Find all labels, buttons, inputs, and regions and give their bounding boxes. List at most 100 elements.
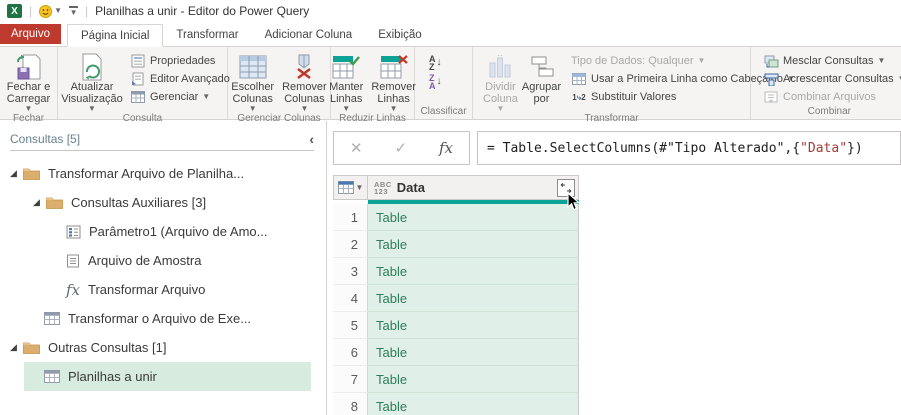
send-feedback-smiley-button[interactable]: ▼ xyxy=(39,4,63,18)
combine-files-label: Combinar Arquivos xyxy=(783,91,876,103)
queries-pane-header: Consultas [5] ‹ xyxy=(10,132,314,151)
formula-suffix: }) xyxy=(847,140,863,156)
tab-add-column[interactable]: Adicionar Coluna xyxy=(252,24,366,46)
ribbon-group-query: Atualizar Visualização ▼ Propriedades Ed… xyxy=(58,47,230,124)
split-column-button[interactable]: Dividir Coluna ▼ xyxy=(481,50,520,113)
remove-rows-icon xyxy=(380,52,408,82)
close-and-load-button[interactable]: Fechar e Carregar ▼ xyxy=(2,50,55,113)
tab-home[interactable]: Página Inicial xyxy=(67,24,164,47)
query-tree: ◢ Transformar Arquivo de Planilha... ◢ C… xyxy=(0,159,326,391)
group-by-icon xyxy=(527,52,555,82)
quick-access-toolbar-button[interactable]: ▼ xyxy=(69,5,79,17)
tree-group-transform-file[interactable]: ◢ Transformar Arquivo de Planilha... xyxy=(0,159,326,188)
manage-icon xyxy=(130,91,146,103)
parameter-icon xyxy=(66,225,81,239)
replace-values-icon: 1 ⤷ 2 xyxy=(572,92,586,102)
row-number: 3 xyxy=(333,258,368,285)
refresh-preview-button[interactable]: Atualizar Visualização ▼ xyxy=(60,50,124,113)
merge-queries-button[interactable]: Mesclar Consultas ▼ xyxy=(763,52,901,70)
tree-item-transform-file-function[interactable]: fx Transformar Arquivo xyxy=(0,275,326,304)
row-number: 5 xyxy=(333,312,368,339)
table-link[interactable]: Table xyxy=(368,393,579,415)
queries-pane-title: Consultas [5] xyxy=(10,132,81,146)
replace-values-label: Substituir Valores xyxy=(591,91,677,103)
formula-bar: ✕ ✓ fx = Table.SelectColumns(#"Tipo Alte… xyxy=(333,131,901,165)
ribbon-group-transform: Dividir Coluna ▼ Agrupar por Tipo de Dad… xyxy=(473,47,795,124)
ribbon-group-combine: Mesclar Consultas ▼ Acrescentar Consulta… xyxy=(751,47,901,119)
preview-pane: ✕ ✓ fx = Table.SelectColumns(#"Tipo Alte… xyxy=(327,121,901,415)
remove-columns-label: Remover Colunas xyxy=(282,81,327,105)
any-type-abc123-icon[interactable]: ABC 123 xyxy=(374,180,392,195)
tree-group-other-queries[interactable]: ◢ Outras Consultas [1] xyxy=(0,333,326,362)
chevron-down-icon: ▼ xyxy=(496,104,505,113)
table-link[interactable]: Table xyxy=(368,312,579,339)
chevron-down-icon: ▼ xyxy=(69,7,78,17)
tab-transform[interactable]: Transformar xyxy=(163,24,251,46)
window-title: Planilhas a unir - Editor do Power Query xyxy=(95,4,310,18)
select-all-corner-button[interactable]: ▼ xyxy=(333,175,368,200)
properties-label: Propriedades xyxy=(150,55,216,67)
close-and-load-label: Fechar e Carregar xyxy=(6,81,51,105)
group-by-button[interactable]: Agrupar por xyxy=(520,50,563,105)
properties-icon xyxy=(130,54,146,68)
ribbon: Fechar e Carregar ▼ Fechar Atualizar Vis… xyxy=(0,47,901,124)
table-query-icon xyxy=(44,370,60,383)
merge-queries-label: Mesclar Consultas xyxy=(783,55,874,67)
manage-button[interactable]: Gerenciar ▼ xyxy=(130,88,230,106)
excel-logo-icon: X xyxy=(7,4,22,18)
data-type-label: Tipo de Dados: Qualquer xyxy=(571,55,694,67)
collapse-queries-pane-button[interactable]: ‹ xyxy=(309,132,314,146)
expanded-twistie-icon[interactable]: ◢ xyxy=(10,342,23,353)
tree-group-helper-queries[interactable]: ◢ Consultas Auxiliares [3] xyxy=(0,188,326,217)
column-header-data[interactable]: ABC 123 Data xyxy=(368,175,579,200)
query-grid: ▼ ABC 123 Data 1 Table 2 Table 3 Table 4… xyxy=(333,175,579,415)
add-step-fx-icon[interactable]: fx xyxy=(439,139,453,157)
expanded-twistie-icon[interactable]: ◢ xyxy=(10,168,23,179)
table-link[interactable]: Table xyxy=(368,366,579,393)
append-queries-button[interactable]: Acrescentar Consultas ▼ xyxy=(763,70,901,88)
tree-item-label: Consultas Auxiliares [3] xyxy=(71,195,207,210)
close-and-load-icon xyxy=(16,52,42,82)
row-number: 7 xyxy=(333,366,368,393)
chevron-down-icon: ▼ xyxy=(300,104,309,113)
table-link[interactable]: Table xyxy=(368,285,579,312)
properties-button[interactable]: Propriedades xyxy=(130,52,230,70)
table-link[interactable]: Table xyxy=(368,204,579,231)
choose-columns-button[interactable]: Escolher Colunas ▼ xyxy=(229,50,276,113)
append-queries-icon xyxy=(763,73,779,86)
tree-item-sample-file[interactable]: Arquivo de Amostra xyxy=(0,246,326,275)
advanced-editor-icon xyxy=(130,72,146,86)
commit-formula-icon[interactable]: ✓ xyxy=(394,139,407,157)
chevron-down-icon: ▼ xyxy=(355,182,364,192)
advanced-editor-button[interactable]: Editor Avançado xyxy=(130,70,230,88)
sort-ascending-button[interactable]: A Z ↓ xyxy=(429,54,442,72)
group-by-label: Agrupar por xyxy=(521,81,561,105)
tree-item-planilhas-a-unir[interactable]: Planilhas a unir xyxy=(24,362,311,391)
table-link[interactable]: Table xyxy=(368,258,579,285)
remove-rows-button[interactable]: Remover Linhas ▼ xyxy=(369,50,418,113)
tree-item-label: Parâmetro1 (Arquivo de Amo... xyxy=(89,224,268,239)
titlebar-divider: | xyxy=(85,4,89,18)
chevron-down-icon: ▼ xyxy=(54,6,63,15)
formula-input[interactable]: = Table.SelectColumns(#"Tipo Alterado",{… xyxy=(477,131,901,165)
chevron-down-icon: ▼ xyxy=(88,104,96,113)
tree-item-transform-sample-file[interactable]: Transformar o Arquivo de Exe... xyxy=(0,304,326,333)
table-link[interactable]: Table xyxy=(368,231,579,258)
sort-descending-button[interactable]: Z A ↓ xyxy=(429,74,442,91)
keep-rows-button[interactable]: Manter Linhas ▼ xyxy=(327,50,365,113)
row-number: 2 xyxy=(333,231,368,258)
cancel-formula-icon[interactable]: ✕ xyxy=(350,139,363,157)
first-row-header-icon xyxy=(571,73,587,85)
tab-view[interactable]: Exibição xyxy=(365,24,434,46)
tree-item-parameter1[interactable]: Parâmetro1 (Arquivo de Amo... xyxy=(0,217,326,246)
table-link[interactable]: Table xyxy=(368,339,579,366)
table-corner-icon xyxy=(337,181,354,194)
expanded-twistie-icon[interactable]: ◢ xyxy=(33,197,46,208)
tree-item-label: Transformar Arquivo xyxy=(88,282,206,297)
remove-columns-button[interactable]: Remover Colunas ▼ xyxy=(280,50,329,113)
combine-files-button[interactable]: Combinar Arquivos xyxy=(763,88,901,106)
group-label-combine: Combinar xyxy=(807,106,851,117)
tab-file[interactable]: Arquivo xyxy=(0,24,61,44)
tree-item-label: Transformar o Arquivo de Exe... xyxy=(68,311,252,326)
sort-az-icon: AZ xyxy=(429,54,436,72)
